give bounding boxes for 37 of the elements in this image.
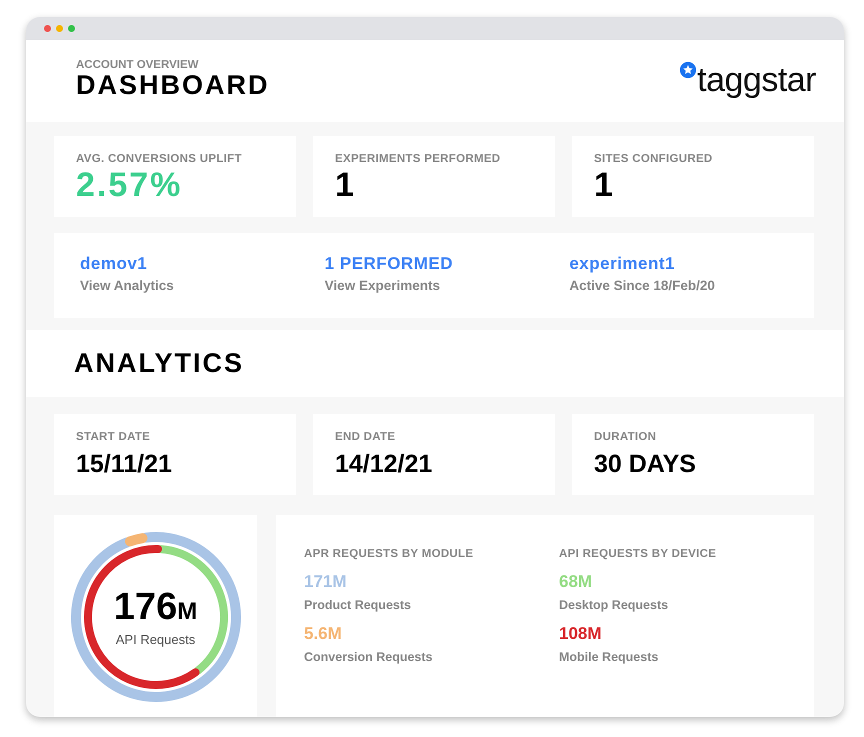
section-label: ACCOUNT OVERVIEW: [76, 59, 200, 71]
link-caption: View Analytics: [80, 278, 175, 293]
stat-label: AVG. CONVERSIONS UPLIFT: [76, 153, 243, 165]
date-label: START DATE: [76, 431, 152, 443]
metric-value: 68M: [559, 572, 594, 592]
link[interactable]: 1 PERFORMED: [324, 254, 453, 273]
date-value: 15/11/21: [76, 450, 173, 479]
page-title: DASHBOARD: [76, 71, 270, 101]
logo: taggstar: [697, 63, 816, 97]
maximize-button[interactable]: [68, 25, 75, 32]
stat-value: 1: [335, 166, 355, 205]
date-value: 14/12/21: [335, 450, 434, 479]
link[interactable]: demov1: [80, 254, 148, 273]
metric-label: Conversion Requests: [304, 650, 434, 664]
metric-value: 5.6M: [304, 624, 343, 644]
metric-value: 171M: [304, 572, 348, 592]
stat-label: SITES CONFIGURED: [594, 153, 714, 165]
link[interactable]: experiment1: [569, 254, 676, 273]
total-value: 176M: [114, 588, 198, 626]
stat-value: 2.57%: [76, 166, 184, 205]
section-title: ANALYTICS: [74, 348, 244, 378]
minimize-button[interactable]: [56, 25, 63, 32]
stat-label: EXPERIMENTS PERFORMED: [335, 153, 502, 165]
metric-label: Desktop Requests: [559, 598, 670, 612]
total-caption: API Requests: [116, 632, 196, 646]
date-label: END DATE: [335, 431, 396, 443]
date-value: 30 DAYS: [594, 450, 697, 479]
group-title: APR REQUESTS BY MODULE: [304, 548, 474, 560]
metric-label: Mobile Requests: [559, 650, 660, 664]
date-label: DURATION: [594, 431, 658, 443]
stat-value: 1: [594, 166, 614, 205]
close-button[interactable]: [44, 25, 51, 32]
group-title: API REQUESTS BY DEVICE: [559, 548, 718, 560]
link-caption: Active Since 18/Feb/20: [569, 278, 716, 293]
metric-value: 108M: [559, 624, 603, 644]
metric-label: Product Requests: [304, 598, 412, 612]
link-caption: View Experiments: [324, 278, 441, 293]
